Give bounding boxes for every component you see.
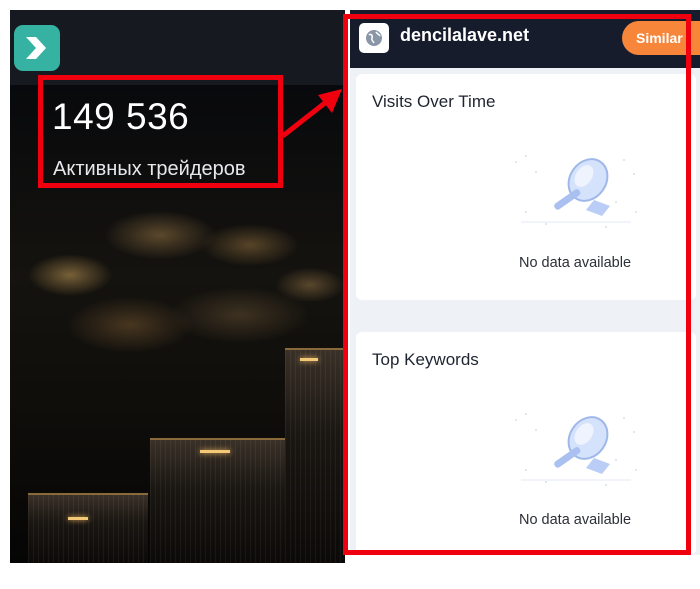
- annotation-arrow-icon: [281, 89, 342, 138]
- building-image: [28, 493, 148, 563]
- site-header: [10, 10, 345, 85]
- building-image: [285, 348, 345, 563]
- broker-logo-icon[interactable]: [14, 25, 60, 71]
- annotation-highlight-box: [343, 14, 691, 555]
- annotation-highlight-box: [38, 75, 283, 188]
- building-image: [150, 438, 285, 563]
